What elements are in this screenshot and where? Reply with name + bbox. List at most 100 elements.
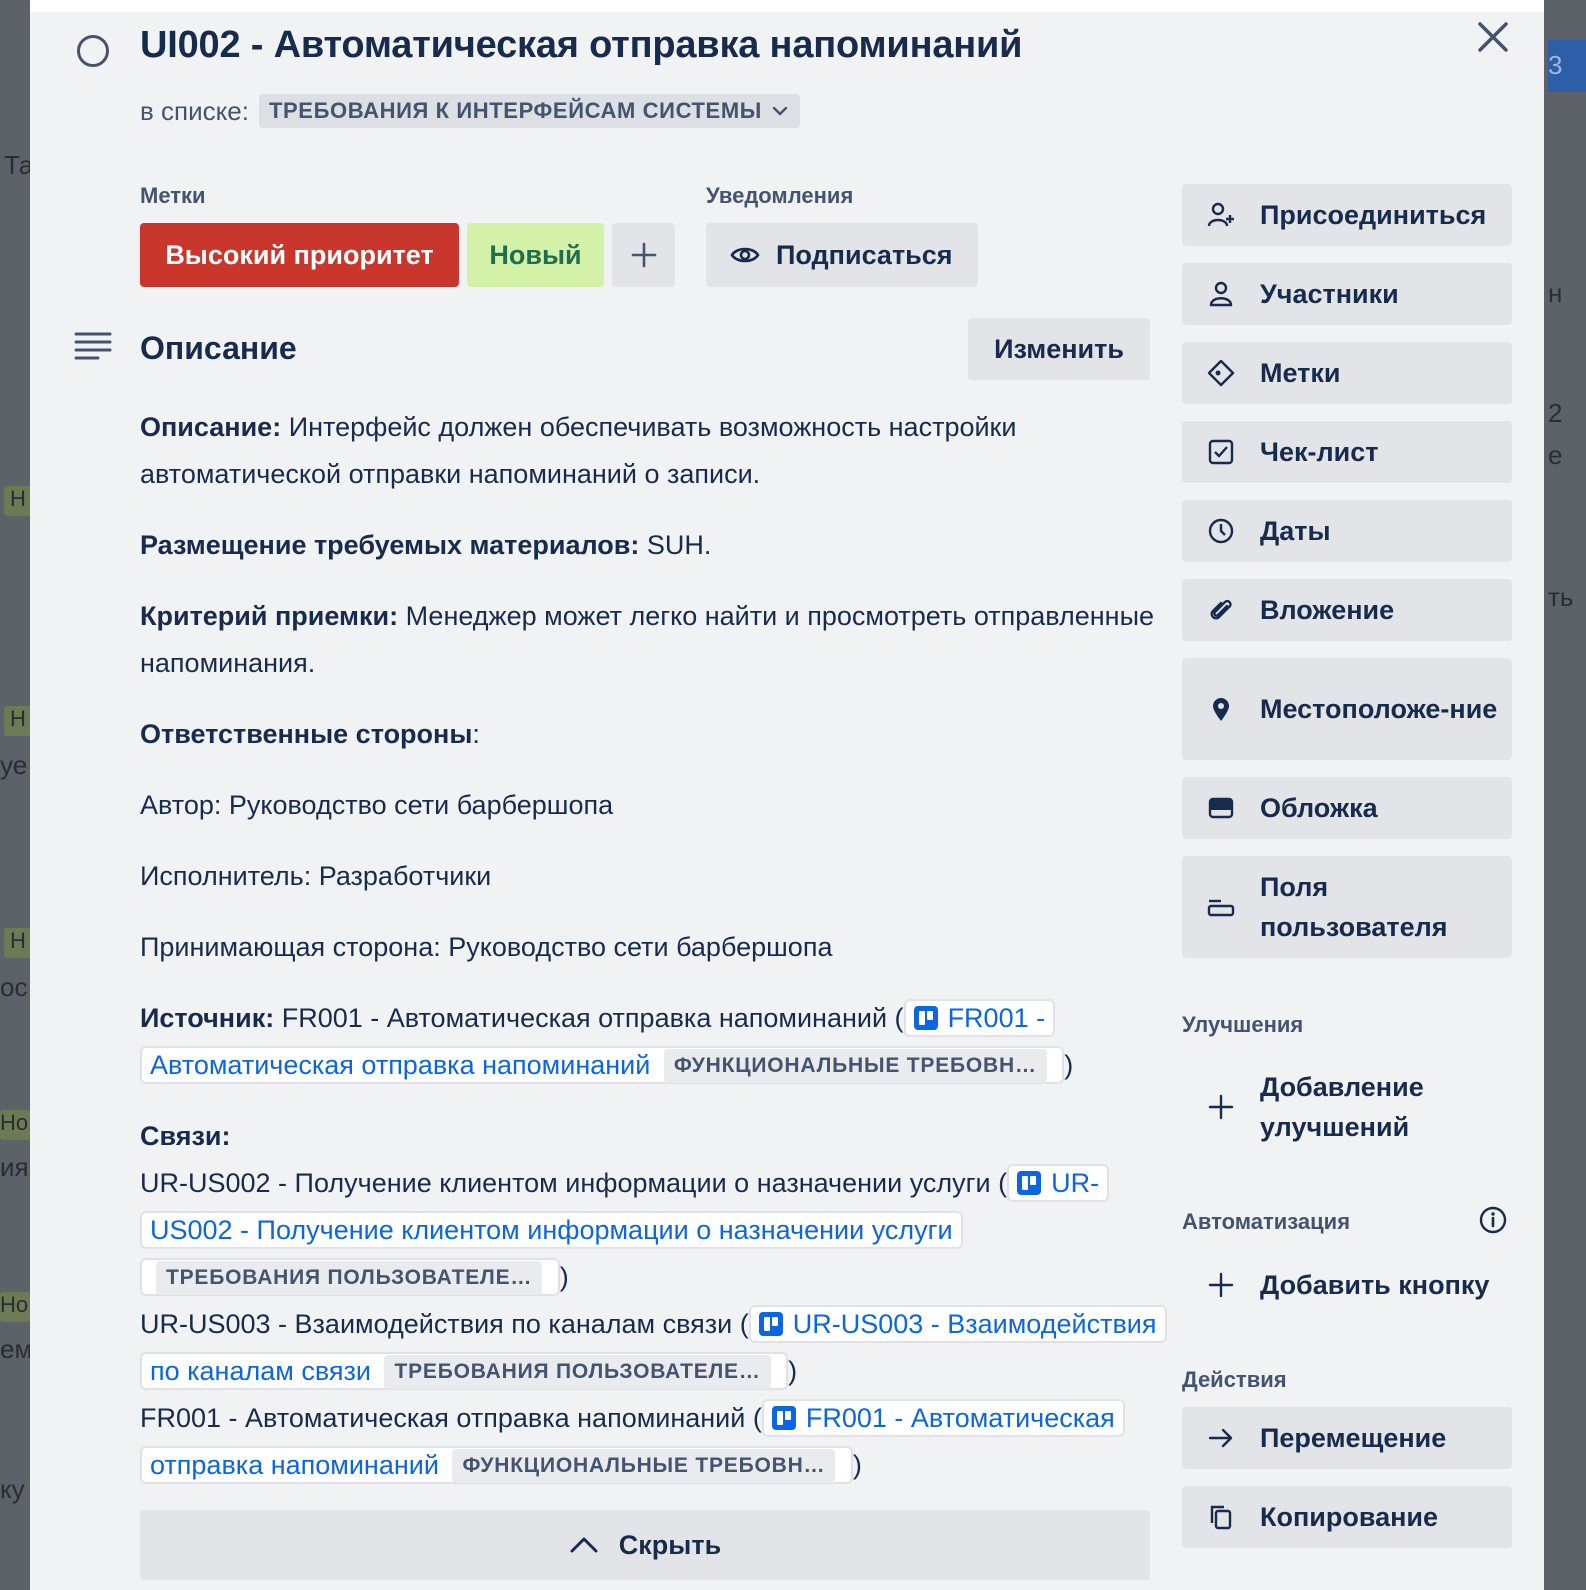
description-icon [74, 332, 112, 360]
join-icon [1206, 200, 1236, 230]
description-body[interactable]: Описание: Интерфейс должен обеспечивать … [140, 404, 1167, 1489]
source-paragraph: Источник: FR001 - Автоматическая отправк… [140, 995, 1160, 1089]
watch-button[interactable]: Подписаться [706, 223, 978, 287]
bg-text: ос [0, 972, 28, 1002]
description-paragraph: Описание: Интерфейс должен обеспечивать … [140, 404, 1160, 498]
bg-text: е [1548, 440, 1563, 470]
close-icon [1478, 22, 1508, 52]
list-name: ТРЕБОВАНИЯ К ИНТЕРФЕЙСАМ СИСТЕМЫ [269, 98, 762, 123]
chevron-down-icon [772, 106, 788, 116]
card-complete-toggle[interactable] [77, 35, 109, 67]
sidebar-button-label: Копирование [1260, 1502, 1439, 1532]
label-high-priority[interactable]: Высокий приоритет [140, 223, 459, 287]
sidebar-move-button[interactable]: Перемещение [1182, 1407, 1512, 1469]
trello-icon [758, 1312, 783, 1336]
eye-icon [730, 247, 760, 263]
bg-text: Н [10, 928, 26, 953]
watch-label: Подписаться [776, 239, 953, 270]
sidebar-labels-button[interactable]: Метки [1182, 342, 1512, 404]
automation-heading: Автоматизация [1182, 1209, 1351, 1234]
label-new[interactable]: Новый [467, 223, 604, 287]
link-item: UR-US003 - Взаимодействия по каналам свя… [140, 1301, 1167, 1395]
bg-text: Н [10, 706, 26, 731]
materials-paragraph: Размещение требуемых материалов: SUH. [140, 522, 1160, 569]
bg-text: Но [0, 1292, 29, 1317]
card-detail-modal: UI002 - Автоматическая отправка напомина… [30, 12, 1544, 1590]
card-link-list-tag: ТРЕБОВАНИЯ ПОЛЬЗОВАТЕЛЕ… [384, 1355, 771, 1389]
board-background-right: 3 н 2 е ть [1544, 0, 1586, 1590]
acceptance-paragraph: Критерий приемки: Менеджер может легко н… [140, 593, 1160, 687]
executor-line: Исполнитель: Разработчики [140, 861, 492, 891]
sidebar-button-label: Метки [1260, 358, 1341, 388]
field-value: FR001 - Автоматическая отправка напомина… [274, 1003, 904, 1033]
notifications-heading: Уведомления [706, 183, 854, 208]
sidebar-dates-button[interactable]: Даты [1182, 500, 1512, 562]
bg-text: ем [0, 1334, 30, 1364]
field-label: Ответственные стороны [140, 719, 473, 749]
bg-text: Та [4, 150, 30, 180]
sidebar-button-label: Даты [1260, 516, 1331, 546]
acceptor-line: Принимающая сторона: Руководство сети ба… [140, 932, 833, 962]
card-title[interactable]: UI002 - Автоматическая отправка напомина… [140, 24, 1023, 67]
location-icon [1206, 694, 1236, 724]
bg-text: 2 [1548, 398, 1563, 428]
close-button[interactable] [1470, 14, 1516, 60]
sidebar-cover-button[interactable]: Обложка [1182, 777, 1512, 839]
card-link-list-tag: ФУНКЦИОНАЛЬНЫЕ ТРЕБОВН… [452, 1449, 836, 1483]
bg-text: 3 [1548, 50, 1563, 80]
description-heading: Описание [140, 330, 297, 366]
sidebar-button-label: Вложение [1260, 595, 1395, 625]
bg-text: Н [10, 486, 26, 511]
sidebar-button-label: Поля пользователя [1260, 872, 1448, 942]
custom-fields-icon [1206, 892, 1236, 922]
sidebar-button-label: Участники [1260, 279, 1399, 309]
sidebar-button-label: Присоединиться [1260, 200, 1487, 230]
labels-heading: Метки [140, 183, 206, 208]
sidebar-checklist-button[interactable]: Чек-лист [1182, 421, 1512, 483]
list-selector[interactable]: ТРЕБОВАНИЯ К ИНТЕРФЕЙСАМ СИСТЕМЫ [259, 94, 800, 128]
powerups-heading: Улучшения [1182, 1012, 1304, 1037]
copy-icon [1206, 1502, 1236, 1532]
chevron-up-icon [570, 1537, 598, 1553]
link-item-text: UR-US002 - Получение клиентом информации… [140, 1168, 1008, 1198]
sidebar-join-button[interactable]: Присоединиться [1182, 184, 1512, 246]
edit-description-button[interactable]: Изменить [968, 318, 1150, 380]
bg-text: Но [0, 1110, 29, 1135]
add-button-button[interactable]: Добавить кнопку [1182, 1260, 1512, 1310]
close-paren: ) [852, 1450, 862, 1480]
sidebar-members-button[interactable]: Участники [1182, 263, 1512, 325]
trello-icon [913, 1006, 938, 1030]
bg-text: уе [0, 750, 28, 780]
sidebar-custom-fields-button[interactable]: Поля пользователя [1182, 856, 1512, 958]
member-icon [1206, 279, 1236, 309]
in-list-label: в списке: [140, 95, 249, 126]
actions-heading: Действия [1182, 1367, 1287, 1392]
card-link-list-tag: ФУНКЦИОНАЛЬНЫЕ ТРЕБОВН… [663, 1049, 1047, 1083]
field-label: Связи: [140, 1121, 231, 1151]
field-value: : [472, 719, 480, 749]
close-paren: ) [788, 1356, 798, 1386]
paperclip-icon [1206, 595, 1236, 625]
sidebar-copy-button[interactable]: Копирование [1182, 1486, 1512, 1548]
sidebar-location-button[interactable]: Местоположе-ние [1182, 658, 1512, 760]
collapse-description-button[interactable]: Скрыть [140, 1510, 1150, 1580]
sidebar-button-label: Местоположе-ние [1260, 694, 1498, 724]
in-list-row: в списке: ТРЕБОВАНИЯ К ИНТЕРФЕЙСАМ СИСТЕ… [140, 94, 800, 128]
trello-icon [771, 1406, 796, 1430]
add-powerups-button[interactable]: Добавление улучшений [1182, 1062, 1512, 1152]
info-icon[interactable] [1478, 1205, 1508, 1235]
cover-icon [1206, 793, 1236, 823]
window-top-edge [0, 0, 1586, 12]
clock-icon [1206, 516, 1236, 546]
sidebar-attachment-button[interactable]: Вложение [1182, 579, 1512, 641]
sidebar-button-label: Чек-лист [1260, 437, 1379, 467]
field-label: Описание: [140, 412, 282, 442]
bg-text: н [1548, 278, 1563, 308]
arrow-right-icon [1206, 1423, 1236, 1453]
add-button-label: Добавить кнопку [1260, 1270, 1490, 1300]
add-label-button[interactable] [612, 223, 675, 287]
trello-icon [1017, 1171, 1042, 1195]
add-powerups-label: Добавление улучшений [1260, 1072, 1424, 1142]
plus-icon [1206, 1270, 1236, 1300]
author-line: Автор: Руководство сети барбершопа [140, 790, 614, 820]
